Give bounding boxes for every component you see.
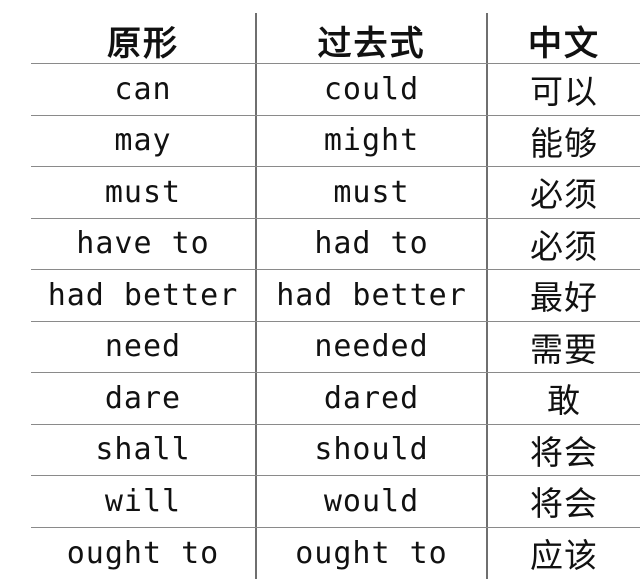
table-row: shall should 将会: [31, 424, 640, 476]
past-tense-cell: might: [257, 115, 488, 166]
base-form-cell: shall: [31, 424, 257, 475]
past-tense-cell: dared: [257, 373, 488, 424]
chinese-cell: 可以: [530, 72, 598, 112]
chinese-cell: 应该: [530, 536, 598, 576]
table-row: can could 可以: [31, 64, 640, 116]
chinese-cell: 敢: [547, 381, 581, 421]
chinese-cell: 需要: [530, 329, 598, 369]
base-form-cell: dare: [31, 373, 257, 424]
table-row: may might 能够: [31, 115, 640, 167]
chinese-cell: 将会: [530, 484, 598, 524]
table-row: have to had to 必须: [31, 218, 640, 270]
past-tense-cell: could: [257, 64, 488, 115]
header-chinese: 中文: [528, 23, 600, 64]
table-row: dare dared 敢: [31, 373, 640, 425]
chinese-cell: 将会: [530, 432, 598, 472]
chinese-cell: 必须: [530, 175, 598, 215]
modal-verb-table: 原形 过去式 中文 can could 可以 may might 能够 must…: [31, 13, 640, 579]
table-header-row: 原形 过去式 中文: [31, 13, 640, 64]
base-form-cell: need: [31, 321, 257, 372]
base-form-cell: will: [31, 476, 257, 527]
header-base-form: 原形: [31, 13, 257, 64]
table-row: must must 必须: [31, 167, 640, 219]
table-row: ought to ought to 应该: [31, 527, 640, 579]
table-row: will would 将会: [31, 476, 640, 528]
chinese-cell: 最好: [530, 278, 598, 318]
past-tense-cell: had to: [257, 218, 488, 269]
past-tense-cell: should: [257, 424, 488, 475]
past-tense-cell: must: [257, 167, 488, 218]
chinese-cell: 必须: [530, 226, 598, 266]
table-row: had better had better 最好: [31, 270, 640, 322]
table-row: need needed 需要: [31, 321, 640, 373]
base-form-cell: had better: [31, 270, 257, 321]
base-form-cell: have to: [31, 218, 257, 269]
past-tense-cell: had better: [257, 270, 488, 321]
base-form-cell: must: [31, 167, 257, 218]
past-tense-cell: needed: [257, 321, 488, 372]
past-tense-cell: ought to: [257, 527, 488, 579]
base-form-cell: can: [31, 64, 257, 115]
past-tense-cell: would: [257, 476, 488, 527]
base-form-cell: ought to: [31, 527, 257, 579]
base-form-cell: may: [31, 115, 257, 166]
header-past-tense: 过去式: [257, 13, 488, 64]
chinese-cell: 能够: [530, 123, 598, 163]
